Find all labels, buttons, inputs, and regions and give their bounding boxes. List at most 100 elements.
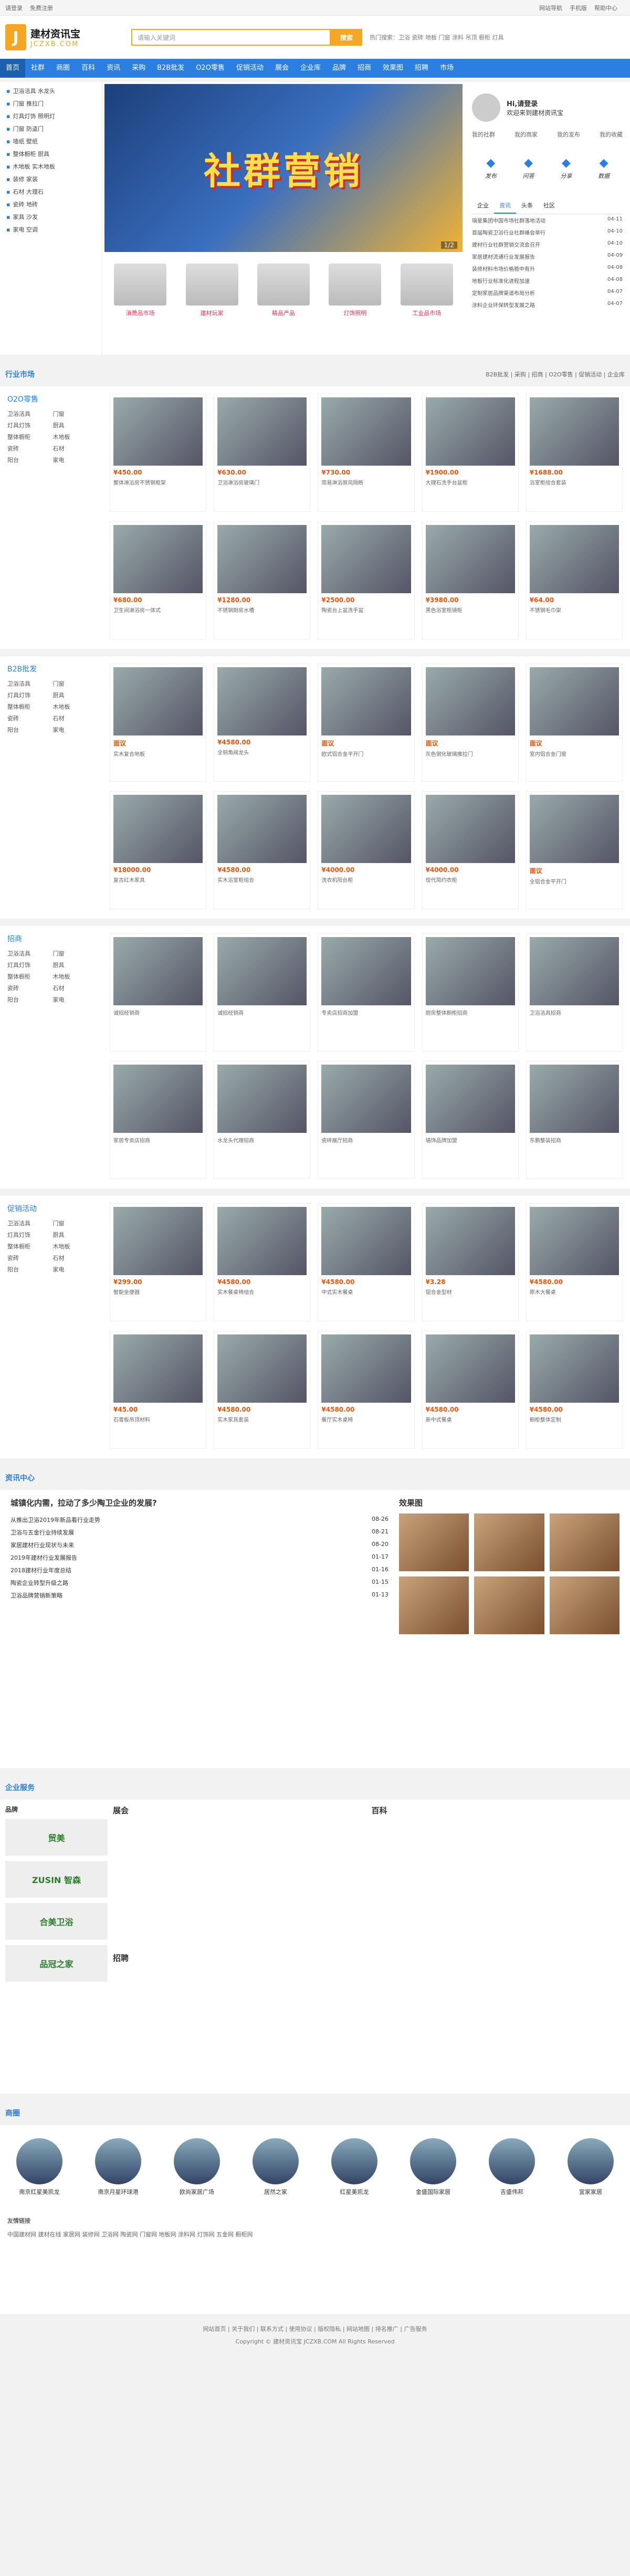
search-input[interactable]: 请输入关键词 (131, 29, 331, 46)
block-cat[interactable]: 石材 (53, 714, 96, 722)
product-card[interactable]: ¥4580.00 实木餐桌椅组合 (214, 1203, 311, 1321)
category-item[interactable]: 家电 空调 (0, 224, 102, 236)
product-card[interactable]: 面议 室内铝合金门窗 (526, 664, 623, 782)
quick-action[interactable]: ◆ 分享 (553, 156, 579, 180)
block-cat[interactable]: 瓷砖 (7, 714, 50, 722)
product-card[interactable]: 卫浴洁具招商 (526, 933, 623, 1052)
product-card[interactable]: ¥4580.00 餐厅实木桌椅 (318, 1331, 415, 1449)
block-cat[interactable]: 石材 (53, 444, 96, 453)
block-cat[interactable]: 石材 (53, 984, 96, 992)
block-cat[interactable]: 门窗 (53, 949, 96, 958)
featured-product[interactable]: 消费品市场 (114, 264, 167, 317)
block-cat[interactable]: 厨具 (53, 1231, 96, 1239)
product-card[interactable]: ¥3.28 铝合金型材 (422, 1203, 519, 1321)
register-link[interactable]: 免费注册 (30, 5, 53, 12)
nav-item[interactable]: 资讯 (101, 59, 126, 78)
news-item[interactable]: 卫浴与五金行业持续发展 08-21 (10, 1526, 388, 1539)
news-item[interactable]: 定制家居品牌渠道布局分析 04-07 (472, 287, 623, 299)
news-item[interactable]: 家居建材流通行业发展报告 04-09 (472, 250, 623, 262)
product-card[interactable]: 东鹏整装招商 (526, 1061, 623, 1179)
nav-item[interactable]: 社群 (25, 59, 50, 78)
block-cat[interactable]: 门窗 (53, 679, 96, 688)
category-item[interactable]: 卫浴洁具 水龙头 (0, 85, 102, 98)
brand-logo[interactable]: 品冠之家 (5, 1945, 108, 1982)
nav-item[interactable]: O2O零售 (190, 59, 230, 78)
markets-links[interactable]: B2B批发 | 采购 | 招商 | O2O零售 | 促销活动 | 企业库 (486, 370, 625, 378)
block-cat[interactable]: 瓷砖 (7, 444, 50, 453)
nav-item[interactable]: 招商 (352, 59, 377, 78)
category-item[interactable]: 石材 大理石 (0, 186, 102, 198)
login-prompt[interactable]: Hi,请登录 (507, 98, 563, 108)
block-cat[interactable]: 家电 (53, 456, 96, 464)
block-cat[interactable]: 整体橱柜 (7, 1242, 50, 1250)
news-item[interactable]: 首届陶瓷卫浴行业社群峰会举行 04-10 (472, 226, 623, 238)
product-card[interactable]: 面议 全铝合金平开门 (526, 791, 623, 909)
product-card[interactable]: ¥680.00 卫生间淋浴房一体式 (110, 521, 207, 639)
featured-product[interactable]: 建材玩家 (185, 264, 238, 317)
category-item[interactable]: 门窗 推拉门 (0, 98, 102, 110)
block-cat[interactable]: 阳台 (7, 456, 50, 464)
block-cat[interactable]: 卫浴洁具 (7, 679, 50, 688)
block-cat[interactable]: 木地板 (53, 972, 96, 981)
mall-item[interactable]: 吉盛伟邦 (486, 2138, 538, 2196)
nav-item[interactable]: 品牌 (327, 59, 352, 78)
product-card[interactable]: ¥2500.00 陶瓷台上盆洗手盆 (318, 521, 415, 639)
slide-pager[interactable]: 1/2 (440, 241, 457, 249)
quick-action[interactable]: ◆ 数据 (591, 156, 617, 180)
nav-item[interactable]: 市场 (434, 59, 459, 78)
product-card[interactable]: ¥4580.00 新中式餐桌 (422, 1331, 519, 1449)
block-cat[interactable]: 厨具 (53, 961, 96, 969)
mobile-link[interactable]: 手机版 (570, 5, 587, 12)
product-card[interactable]: ¥4000.00 洗衣机阳台柜 (318, 791, 415, 909)
block-cat[interactable]: 灯具灯饰 (7, 421, 50, 429)
login-link[interactable]: 请登录 (5, 5, 23, 12)
block-cat[interactable]: 门窗 (53, 409, 96, 418)
product-card[interactable]: ¥1280.00 不锈钢厨房水槽 (214, 521, 311, 639)
block-cat[interactable]: 厨具 (53, 691, 96, 699)
product-card[interactable]: 面议 欧式铝合金平开门 (318, 664, 415, 782)
product-card[interactable]: ¥630.00 卫浴淋浴房玻璃门 (214, 394, 311, 512)
nav-item[interactable]: 展会 (269, 59, 295, 78)
footer-links[interactable]: 网站首页 | 关于我们 | 联系方式 | 使用协议 | 版权隐私 | 网站地图 … (0, 2325, 630, 2333)
user-link[interactable]: 我的社群 (472, 130, 495, 139)
nav-item[interactable]: 商圈 (50, 59, 76, 78)
product-card[interactable]: ¥4580.00 原木大餐桌 (526, 1203, 623, 1321)
links-text[interactable]: 中国建材网 建材在线 家居网 装修网 卫浴网 陶瓷网 门窗网 地板网 涂料网 灯… (7, 2230, 623, 2238)
nav-item[interactable]: 招聘 (409, 59, 434, 78)
block-cat[interactable]: 阳台 (7, 995, 50, 1004)
quick-action[interactable]: ◆ 问答 (516, 156, 542, 180)
block-cat[interactable]: 整体橱柜 (7, 433, 50, 441)
hot-words[interactable]: 热门搜索：卫浴 瓷砖 地板 门窗 涂料 吊顶 橱柜 灯具 (370, 33, 590, 41)
featured-product[interactable]: 精品产品 (257, 264, 310, 317)
user-link[interactable]: 我的发布 (557, 130, 580, 139)
news-tab[interactable]: 社区 (538, 198, 560, 214)
news-item[interactable]: 家居建材行业现状与未来 08-20 (10, 1539, 388, 1551)
product-card[interactable]: 专卖店招商加盟 (318, 933, 415, 1052)
category-item[interactable]: 家具 沙发 (0, 211, 102, 224)
block-cat[interactable]: 家电 (53, 1265, 96, 1274)
product-card[interactable]: ¥299.00 智能坐便器 (110, 1203, 207, 1321)
product-card[interactable]: ¥4580.00 实木家具套装 (214, 1331, 311, 1449)
block-cat[interactable]: 灯具灯饰 (7, 691, 50, 699)
product-card[interactable]: 厨房整体橱柜招商 (422, 933, 519, 1052)
product-card[interactable]: ¥64.00 不锈钢毛巾架 (526, 521, 623, 639)
nav-item[interactable]: B2B批发 (151, 59, 190, 78)
news-item[interactable]: 建材行业社群营销交流会召开 04-10 (472, 238, 623, 250)
product-card[interactable]: ¥4580.00 全铜角阀龙头 (214, 664, 311, 782)
nav-item[interactable]: 百科 (76, 59, 101, 78)
block-cat[interactable]: 家电 (53, 995, 96, 1004)
banner-slide[interactable]: 社群营销 1/2 (104, 84, 463, 252)
block-cat[interactable]: 家电 (53, 726, 96, 734)
featured-product[interactable]: 工业品市场 (400, 264, 453, 317)
product-card[interactable]: ¥450.00 整体淋浴房不锈钢框架 (110, 394, 207, 512)
block-cat[interactable]: 整体橱柜 (7, 702, 50, 711)
product-card[interactable]: ¥4580.00 中式实木餐桌 (318, 1203, 415, 1321)
product-card[interactable]: ¥4000.00 现代简约衣柜 (422, 791, 519, 909)
product-card[interactable]: 面议 灰色钢化玻璃推拉门 (422, 664, 519, 782)
nav-item[interactable]: 企业库 (295, 59, 327, 78)
category-item[interactable]: 灯具灯饰 照明灯 (0, 110, 102, 123)
block-cat[interactable]: 瓷砖 (7, 1254, 50, 1262)
category-item[interactable]: 装修 家装 (0, 173, 102, 186)
product-card[interactable]: 面议 实木复合地板 (110, 664, 207, 782)
news-headline[interactable]: 城镇化内需，拉动了多少陶卫企业的发展? (10, 1497, 388, 1508)
